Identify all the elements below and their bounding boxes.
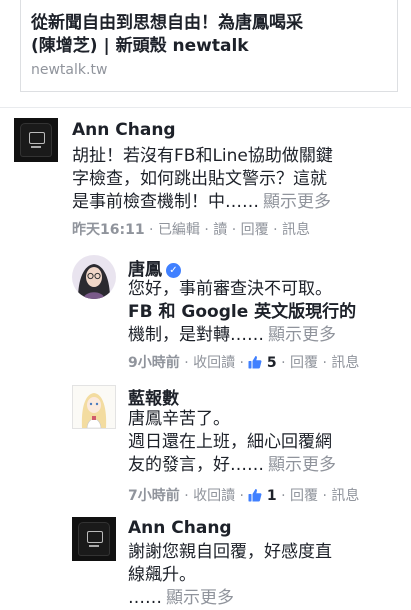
tshirt-avatar-icon[interactable]	[72, 517, 116, 561]
see-more-link[interactable]: 顯示更多	[268, 455, 336, 475]
comment-author[interactable]: Ann Chang	[72, 120, 176, 140]
comment-text: 唐鳳辛苦了。 週日還在上班，細心回覆網 友的發言，好…… 顯示更多	[128, 409, 336, 475]
divider	[0, 107, 411, 108]
comment-text: 謝謝您親自回覆，好感度直 線飆升。 …… 顯示更多	[128, 542, 332, 608]
comment-timestamp[interactable]: 9小時前	[128, 355, 180, 371]
comment-text: 胡扯！若沒有FB和Line協助做關鍵 字檢查，如何跳出貼文警示？這就 是事前檢查…	[72, 146, 333, 212]
message-button[interactable]: 訊息	[282, 222, 310, 238]
thumbs-up-icon[interactable]	[248, 355, 262, 374]
see-more-link[interactable]: 顯示更多	[268, 325, 336, 345]
like-count[interactable]: 5	[267, 355, 277, 371]
comment-meta: 昨天16:11 · 已編輯 · 讀 · 回覆 · 訊息	[72, 222, 311, 238]
read-button[interactable]: 讀	[213, 222, 227, 238]
comment-timestamp[interactable]: 昨天16:11	[72, 222, 145, 238]
unread-button[interactable]: 收回讀	[193, 355, 235, 371]
thumbs-up-icon[interactable]	[248, 488, 262, 507]
comment-author[interactable]: Ann Chang	[128, 518, 232, 538]
anime-avatar-icon[interactable]	[72, 385, 116, 429]
edited-label[interactable]: 已編輯	[158, 222, 200, 238]
reply-button[interactable]: 回覆	[290, 488, 318, 504]
comment-meta: 7小時前 · 收回讀 · 1 · 回覆 · 訊息	[128, 487, 359, 507]
comment-meta: 9小時前 · 收回讀 · 5 · 回覆 · 訊息	[128, 354, 359, 374]
tshirt-avatar-icon[interactable]	[14, 118, 58, 162]
message-button[interactable]: 訊息	[331, 488, 359, 504]
link-preview-card[interactable]: 從新聞自由到思想自由！為唐鳳喝采 (陳增芝) | 新頭殼 newtalk new…	[20, 0, 398, 92]
like-count[interactable]: 1	[267, 488, 277, 504]
see-more-link[interactable]: 顯示更多	[166, 588, 234, 608]
see-more-link[interactable]: 顯示更多	[263, 192, 331, 212]
link-domain: newtalk.tw	[31, 62, 108, 78]
unread-button[interactable]: 收回讀	[193, 488, 235, 504]
message-button[interactable]: 訊息	[331, 355, 359, 371]
portrait-avatar-icon[interactable]	[72, 255, 116, 299]
comment-text: 您好，事前審查決不可取。 FB 和 Google 英文版現行的 機制，是對轉………	[128, 279, 357, 345]
reply-button[interactable]: 回覆	[290, 355, 318, 371]
verified-badge-icon: ✓	[166, 263, 181, 278]
link-title-line2[interactable]: (陳增芝) | 新頭殼 newtalk	[31, 35, 387, 58]
comment-timestamp[interactable]: 7小時前	[128, 488, 180, 504]
comment-author[interactable]: 唐鳳 ✓	[128, 255, 181, 280]
link-title-line1[interactable]: 從新聞自由到思想自由！為唐鳳喝采	[31, 12, 387, 35]
comment-author[interactable]: 藍報數	[128, 384, 179, 409]
reply-button[interactable]: 回覆	[241, 222, 269, 238]
